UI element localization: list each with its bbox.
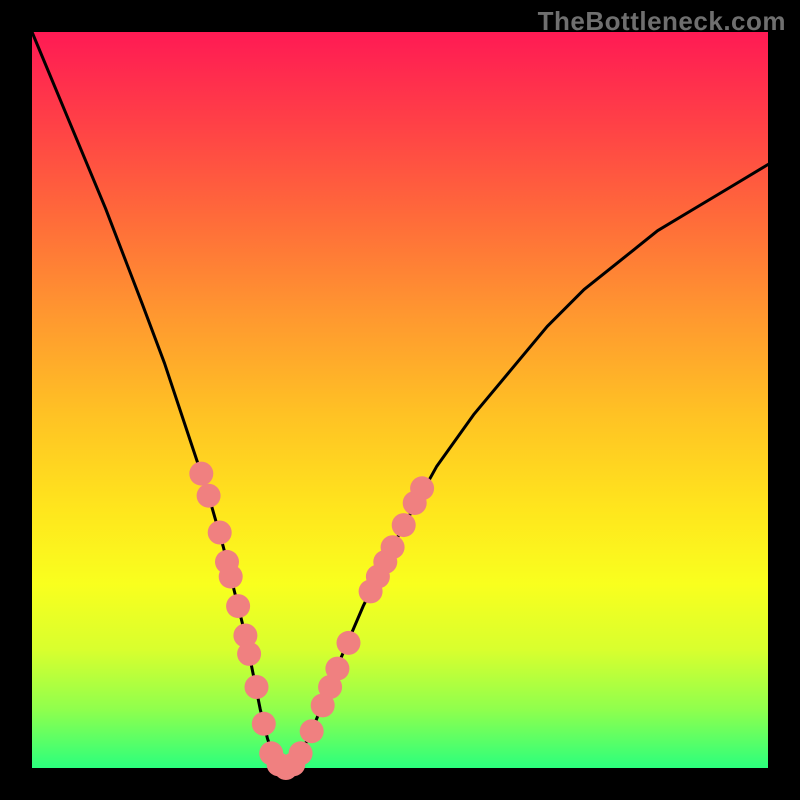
curve-marker: [237, 642, 261, 666]
curve-marker: [337, 631, 361, 655]
chart-overlay: [0, 0, 800, 800]
bottleneck-curve: [32, 32, 768, 768]
curve-marker: [219, 565, 243, 589]
curve-marker: [410, 476, 434, 500]
curve-marker: [189, 462, 213, 486]
curve-marker: [300, 719, 324, 743]
curve-marker: [289, 741, 313, 765]
curve-marker: [226, 594, 250, 618]
curve-marker: [252, 712, 276, 736]
chart-frame: TheBottleneck.com: [0, 0, 800, 800]
curve-marker: [197, 484, 221, 508]
curve-marker: [325, 657, 349, 681]
curve-marker: [245, 675, 269, 699]
curve-marker: [392, 513, 416, 537]
curve-marker: [208, 521, 232, 545]
curve-marker: [381, 535, 405, 559]
